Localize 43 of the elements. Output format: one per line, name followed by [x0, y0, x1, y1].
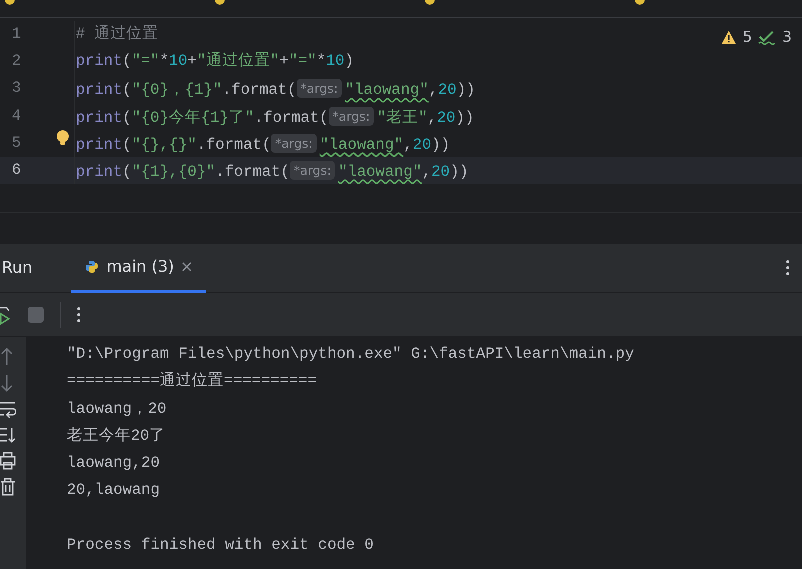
code-line: print("{},{}".format(: [76, 136, 272, 154]
code-line: print("{1},{0}".format(: [76, 162, 290, 181]
console-output-line: laowang，20: [67, 400, 167, 418]
parameter-hint: *args:: [296, 79, 342, 98]
code-line: "laowang",20)): [338, 162, 469, 181]
warning-icon[interactable]: [720, 30, 737, 45]
code-line: "laowang",20)): [345, 81, 476, 100]
line-number: 3: [12, 79, 22, 98]
typo-count[interactable]: 3: [782, 26, 792, 48]
lightbulb-icon[interactable]: [56, 130, 70, 147]
rerun-icon[interactable]: [0, 304, 12, 324]
code-line: "老王",20)): [377, 108, 474, 127]
code-line: print("{0}，{1}".format(: [76, 81, 297, 100]
console-output-line: laowang,20: [67, 454, 160, 472]
line-number: 1: [12, 25, 22, 43]
trash-icon[interactable]: [0, 477, 16, 497]
line-number: 2: [12, 52, 22, 70]
more-options-icon[interactable]: [77, 306, 81, 322]
console-output-line: ==========通过位置==========: [67, 372, 318, 390]
print-icon[interactable]: [0, 451, 16, 471]
console-output-line: 20,laowang: [67, 481, 160, 500]
code-line: "laowang",20)): [320, 136, 450, 154]
parameter-hint: *args:: [271, 134, 317, 153]
code-line: print("{0}今年{1}了".format(: [76, 108, 329, 127]
python-icon: [84, 260, 99, 274]
close-icon[interactable]: [182, 262, 192, 272]
parameter-hint: *args:: [290, 160, 336, 180]
typo-check-icon[interactable]: [758, 30, 776, 45]
warning-count[interactable]: 5: [742, 26, 752, 48]
up-arrow-icon[interactable]: [0, 347, 14, 367]
line-number: 4: [12, 106, 22, 125]
console-output-line: 老王今年20了: [67, 426, 166, 445]
line-number: 5: [12, 134, 22, 152]
code-line: # 通过位置: [76, 25, 159, 43]
panel-title: Run: [1, 257, 33, 279]
console-output-line: "D:\Program Files\python\python.exe" G:\fastAPI\learn\main.py: [67, 345, 634, 363]
parameter-hint: *args:: [328, 106, 374, 126]
code-line: print("="*10+"通过位置"+"="*10): [76, 52, 354, 70]
more-options-icon[interactable]: [786, 260, 790, 276]
line-number: 6: [12, 160, 22, 179]
scroll-to-end-icon[interactable]: [0, 425, 16, 445]
down-arrow-icon[interactable]: [0, 373, 14, 393]
exit-status-line: Process finished with exit code 0: [67, 536, 374, 554]
